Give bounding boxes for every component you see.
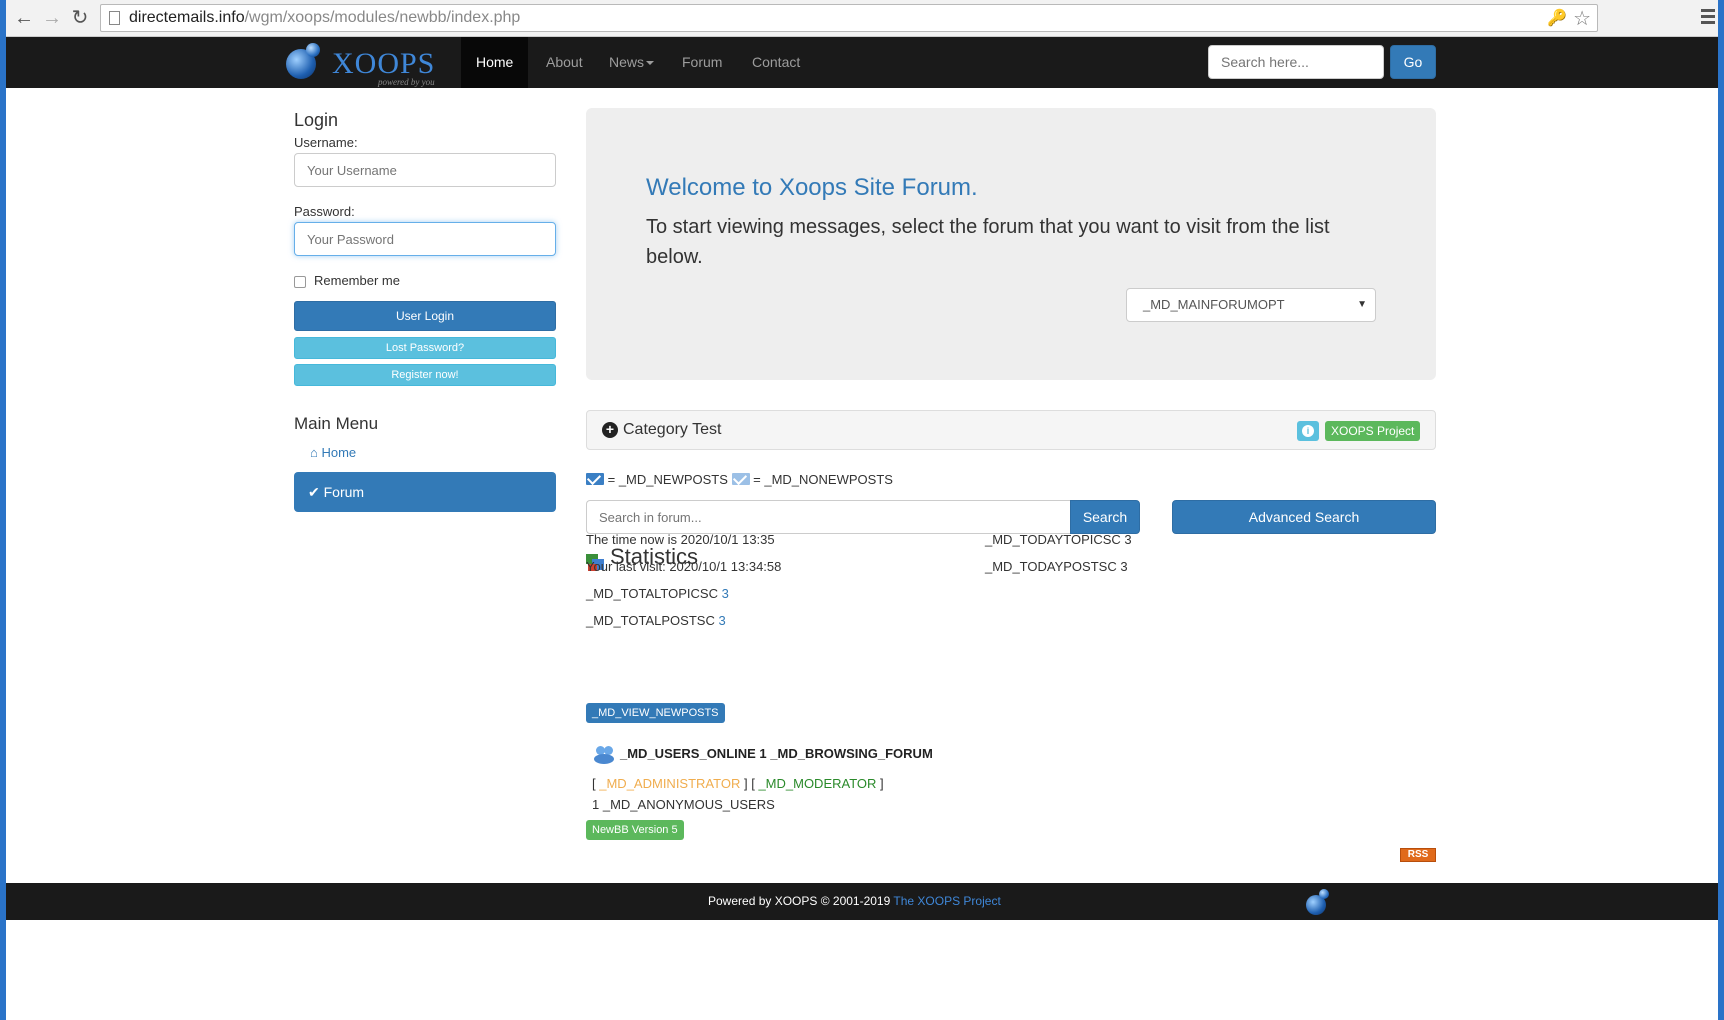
- username-input[interactable]: [294, 153, 556, 187]
- lost-password-button[interactable]: Lost Password?: [294, 337, 556, 359]
- menu-forum-label: Forum: [323, 484, 365, 500]
- stat-total-topics-value[interactable]: 3: [722, 586, 729, 601]
- info-icon: i: [1302, 425, 1314, 437]
- footer-xoops-logo-icon[interactable]: [1304, 889, 1330, 915]
- site-search-go-button[interactable]: Go: [1390, 45, 1436, 79]
- stat-total-topics: _MD_TOTALTOPICSC 3: [586, 586, 729, 601]
- remember-checkbox[interactable]: [294, 276, 306, 288]
- forum-select-value: _MD_MAINFORUMOPT: [1143, 297, 1285, 312]
- menu-home-link[interactable]: ⌂ Home: [310, 445, 356, 460]
- stat-total-posts: _MD_TOTALPOSTSC 3: [586, 613, 726, 628]
- url-path: /wgm/xoops/modules/newbb/index.php: [244, 9, 521, 26]
- logo-text: XOOPS: [332, 47, 436, 80]
- forum-search-button[interactable]: Search: [1070, 500, 1140, 534]
- welcome-title: Welcome to Xoops Site Forum.: [646, 174, 978, 201]
- site-footer: Powered by XOOPS © 2001-2019 The XOOPS P…: [6, 883, 1718, 920]
- site-navbar: XOOPS powered by you Home About News For…: [6, 37, 1718, 88]
- legend-old: = _MD_NONEWPOSTS: [753, 472, 893, 487]
- footer-xoops-link[interactable]: The XOOPS Project: [893, 894, 1000, 908]
- forward-icon[interactable]: →: [40, 6, 64, 30]
- reload-icon[interactable]: ↻: [68, 6, 92, 30]
- stat-total-posts-label: _MD_TOTALPOSTSC: [586, 613, 715, 628]
- bracket-open: [: [592, 776, 596, 791]
- menu-home-label: Home: [321, 445, 357, 460]
- password-input[interactable]: [294, 222, 556, 256]
- window-border-right: [1718, 0, 1724, 1020]
- url-host: directemails.info: [129, 9, 245, 26]
- info-button[interactable]: i: [1297, 421, 1319, 441]
- category-label[interactable]: XOOPS Project: [1325, 421, 1421, 441]
- moderator-link[interactable]: _MD_MODERATOR: [758, 776, 876, 791]
- logo-tagline: powered by you: [378, 77, 435, 87]
- nav-forum[interactable]: Forum: [667, 37, 737, 88]
- menu-forum-link[interactable]: ✔ Forum: [294, 472, 556, 512]
- category-panel: + Category Test i XOOPS Project: [586, 410, 1436, 450]
- browser-toolbar: ← → ↻ directemails.info/wgm/xoops/module…: [6, 0, 1718, 37]
- welcome-text: To start viewing messages, select the fo…: [646, 216, 1330, 268]
- welcome-jumbotron: Welcome to Xoops Site Forum. To start vi…: [586, 108, 1436, 380]
- check-icon: ✔: [308, 484, 320, 500]
- stat-today-posts: _MD_TODAYPOSTSC 3: [985, 559, 1128, 574]
- footer-powered: Powered by XOOPS © 2001-2019: [708, 894, 891, 908]
- home-icon: ⌂: [310, 445, 318, 460]
- administrator-link[interactable]: _MD_ADMINISTRATOR: [599, 776, 740, 791]
- stat-today-topics: _MD_TODAYTOPICSC 3: [985, 532, 1132, 547]
- caret-down-icon: [646, 61, 655, 66]
- forum-search-input[interactable]: [586, 500, 1070, 534]
- legend-new: = _MD_NEWPOSTS: [607, 472, 728, 487]
- stat-total-posts-value[interactable]: 3: [718, 613, 725, 628]
- main-menu-title: Main Menu: [294, 414, 379, 433]
- plus-circle-icon[interactable]: +: [602, 422, 618, 438]
- xoops-logo[interactable]: XOOPS powered by you: [286, 43, 446, 87]
- new-posts-envelope-icon: [586, 473, 604, 485]
- select-caret-icon: ▼: [1357, 299, 1367, 310]
- window-border-left: [0, 0, 6, 1020]
- no-new-posts-envelope-icon: [731, 473, 750, 485]
- logo-orb-small-icon: [306, 43, 320, 57]
- online-roles: [ _MD_ADMINISTRATOR ] [ _MD_MODERATOR ]: [592, 776, 884, 791]
- site-search-input[interactable]: [1208, 45, 1384, 79]
- nav-home[interactable]: Home: [461, 37, 529, 88]
- stat-total-topics-label: _MD_TOTALTOPICSC: [586, 586, 718, 601]
- bookmark-star-icon[interactable]: ☆: [1573, 6, 1591, 31]
- nav-about[interactable]: About: [531, 37, 598, 88]
- remember-label: Remember me: [314, 273, 400, 288]
- rss-button[interactable]: RSS: [1400, 848, 1436, 862]
- stat-last-visit: Your last visit: 2020/10/1 13:34:58: [586, 559, 782, 574]
- page-icon: [109, 11, 120, 25]
- back-icon[interactable]: ←: [12, 6, 36, 30]
- key-icon[interactable]: 🔑: [1547, 8, 1567, 28]
- newbb-version-label: NewBB Version 5: [586, 820, 684, 840]
- users-online-heading: _MD_USERS_ONLINE 1 _MD_BROWSING_FORUM: [620, 746, 933, 761]
- category-title[interactable]: Category Test: [623, 421, 721, 439]
- view-newposts-button[interactable]: _MD_VIEW_NEWPOSTS: [586, 703, 725, 723]
- footer-text: Powered by XOOPS © 2001-2019 The XOOPS P…: [708, 894, 1001, 908]
- bracket-close: ]: [880, 776, 884, 791]
- url-text: directemails.info/wgm/xoops/modules/newb…: [129, 9, 520, 27]
- username-label: Username:: [294, 135, 358, 150]
- user-login-button[interactable]: User Login: [294, 301, 556, 331]
- users-online-icon: [594, 744, 614, 764]
- post-legend: = _MD_NEWPOSTS = _MD_NONEWPOSTS: [586, 472, 893, 487]
- bracket-mid: ] [: [743, 776, 755, 791]
- password-label: Password:: [294, 204, 355, 219]
- register-button[interactable]: Register now!: [294, 364, 556, 386]
- advanced-search-button[interactable]: Advanced Search: [1172, 500, 1436, 534]
- login-title: Login: [294, 110, 339, 130]
- nav-news[interactable]: News: [594, 37, 669, 88]
- browser-menu-icon[interactable]: [1698, 6, 1718, 30]
- anonymous-users: 1 _MD_ANONYMOUS_USERS: [592, 797, 775, 812]
- stat-time-now: The time now is 2020/10/1 13:35: [586, 532, 775, 547]
- nav-contact[interactable]: Contact: [737, 37, 815, 88]
- address-bar[interactable]: directemails.info/wgm/xoops/modules/newb…: [100, 4, 1598, 32]
- nav-news-label: News: [609, 54, 645, 70]
- forum-select[interactable]: _MD_MAINFORUMOPT ▼: [1126, 288, 1376, 322]
